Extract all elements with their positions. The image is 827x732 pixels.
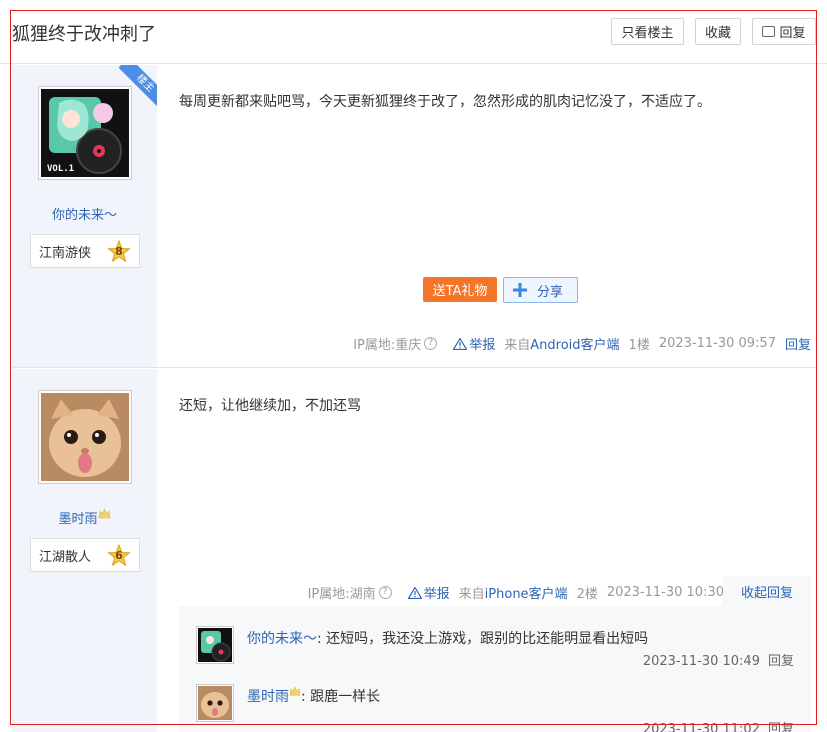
report-label: 举报: [469, 338, 496, 353]
client-link[interactable]: Android客户端: [530, 334, 619, 353]
floor-number: 1楼: [628, 338, 650, 353]
rank-title: 江南游侠: [39, 245, 92, 261]
reply-button[interactable]: 回复: [752, 18, 816, 45]
post-floor-1: VOL.1 你的未来～ 江南游侠 8 楼主 每周更新都来贴吧骂，今天更新狐狸终于…: [12, 65, 817, 368]
level-star-icon: 6: [107, 543, 131, 568]
rank-badge[interactable]: 江湖散人 6: [30, 538, 140, 572]
post-tail: IP属地:湖南 ? 举报 来自 iPhone客户端 2楼 2023-11-30 1…: [308, 583, 724, 602]
source-prefix: 来自: [458, 587, 485, 602]
post-content: 还短，让他继续加，不加还骂: [179, 398, 361, 414]
cat-avatar-icon: [41, 393, 129, 481]
share-label: 分享: [537, 284, 564, 300]
ip-location: IP属地:重庆: [353, 338, 422, 353]
post-tail: IP属地:重庆 ? 举报 来自 Android客户端 1楼 2023-11-30 …: [353, 334, 811, 353]
cat-avatar-icon: [198, 686, 232, 720]
svg-text:VOL.1: VOL.1: [47, 164, 74, 174]
sub-reply-meta: 2023-11-30 10:49 回复: [643, 650, 794, 669]
avatar[interactable]: [38, 390, 132, 484]
floor-number: 2楼: [576, 587, 598, 602]
author-sidebar: VOL.1 你的未来～ 江南游侠 8: [12, 65, 157, 367]
report-link[interactable]: 举报: [453, 334, 495, 353]
crown-icon: [98, 508, 110, 519]
sub-reply-time: 2023-11-30 11:02: [642, 722, 760, 732]
post-reply-link[interactable]: 回复: [785, 334, 811, 353]
post-time: 2023-11-30 10:30: [606, 585, 724, 600]
report-label: 举报: [423, 587, 450, 602]
post-content: 每周更新都来贴吧骂，今天更新狐狸终于改了，忽然形成的肌肉记忆没了，不适应了。: [179, 94, 711, 110]
avatar[interactable]: [196, 684, 234, 722]
only-op-button[interactable]: 只看楼主: [611, 18, 684, 45]
report-link[interactable]: 举报: [407, 583, 450, 602]
ip-location: IP属地:湖南: [307, 587, 376, 602]
level-star-icon: 8: [107, 239, 131, 264]
plus-icon: [513, 283, 527, 297]
author-sidebar: 墨时雨 江湖散人 6: [12, 369, 157, 732]
sub-reply-time: 2023-11-30 10:49: [642, 654, 760, 669]
sub-reply-meta: 2023-11-30 11:02 回复: [643, 718, 794, 732]
avatar[interactable]: [196, 626, 234, 664]
send-gift-button[interactable]: 送TA礼物: [423, 277, 497, 302]
warning-icon: [453, 337, 468, 350]
sub-reply-author[interactable]: 你的未来～: [247, 631, 317, 647]
help-icon[interactable]: ?: [378, 586, 392, 599]
sub-reply-text: 墨时雨: 跟鹿一样长: [247, 686, 380, 706]
author-name[interactable]: 墨时雨: [12, 508, 157, 527]
client-link[interactable]: iPhone客户端: [485, 583, 568, 602]
reply-button-label: 回复: [779, 26, 806, 41]
thread-header: 狐狸终于改冲刺了 只看楼主 收藏 回复: [0, 0, 827, 64]
favorite-button[interactable]: 收藏: [695, 18, 741, 45]
rank-badge[interactable]: 江南游侠 8: [30, 234, 140, 268]
share-button[interactable]: 分享: [503, 277, 578, 303]
list-item: 你的未来～: 还短吗，我还没上游戏，跟别的比还能明显看出短吗 2023-11-3…: [196, 626, 811, 669]
op-badge: 楼主: [113, 65, 157, 109]
comment-icon: [762, 26, 776, 37]
sub-reply-content: 还短吗，我还没上游戏，跟别的比还能明显看出短吗: [326, 631, 649, 647]
author-name-text: 墨时雨: [58, 512, 98, 527]
level-number: 6: [115, 549, 123, 562]
sub-reply-link[interactable]: 回复: [768, 654, 794, 669]
post-time: 2023-11-30 09:57: [658, 336, 776, 351]
op-badge-label: 楼主: [118, 65, 157, 109]
sub-reply-content: 跟鹿一样长: [310, 689, 381, 705]
author-name[interactable]: 你的未来～: [12, 204, 157, 223]
sub-reply-author[interactable]: 墨时雨: [247, 689, 289, 705]
list-item: 墨时雨: 跟鹿一样长 2023-11-30 11:02 回复: [196, 684, 811, 732]
album-avatar-icon: [198, 628, 232, 662]
sub-replies-panel: 你的未来～: 还短吗，我还没上游戏，跟别的比还能明显看出短吗 2023-11-3…: [179, 606, 811, 732]
thread-title: 狐狸终于改冲刺了: [12, 24, 156, 45]
sub-reply-link[interactable]: 回复: [768, 722, 794, 732]
sub-reply-text: 你的未来～: 还短吗，我还没上游戏，跟别的比还能明显看出短吗: [247, 631, 649, 647]
rank-title: 江湖散人: [39, 549, 92, 565]
collapse-replies-button[interactable]: 收起回复: [723, 576, 811, 606]
warning-icon: [407, 586, 422, 599]
help-icon[interactable]: ?: [424, 337, 438, 350]
source-prefix: 来自: [504, 338, 531, 353]
post-floor-2: 墨时雨 江湖散人 6 还短，让他继续加，不加还骂 IP属地:湖南 ? 举报 来自…: [12, 369, 817, 732]
crown-icon: [289, 686, 301, 696]
level-number: 8: [115, 245, 123, 258]
